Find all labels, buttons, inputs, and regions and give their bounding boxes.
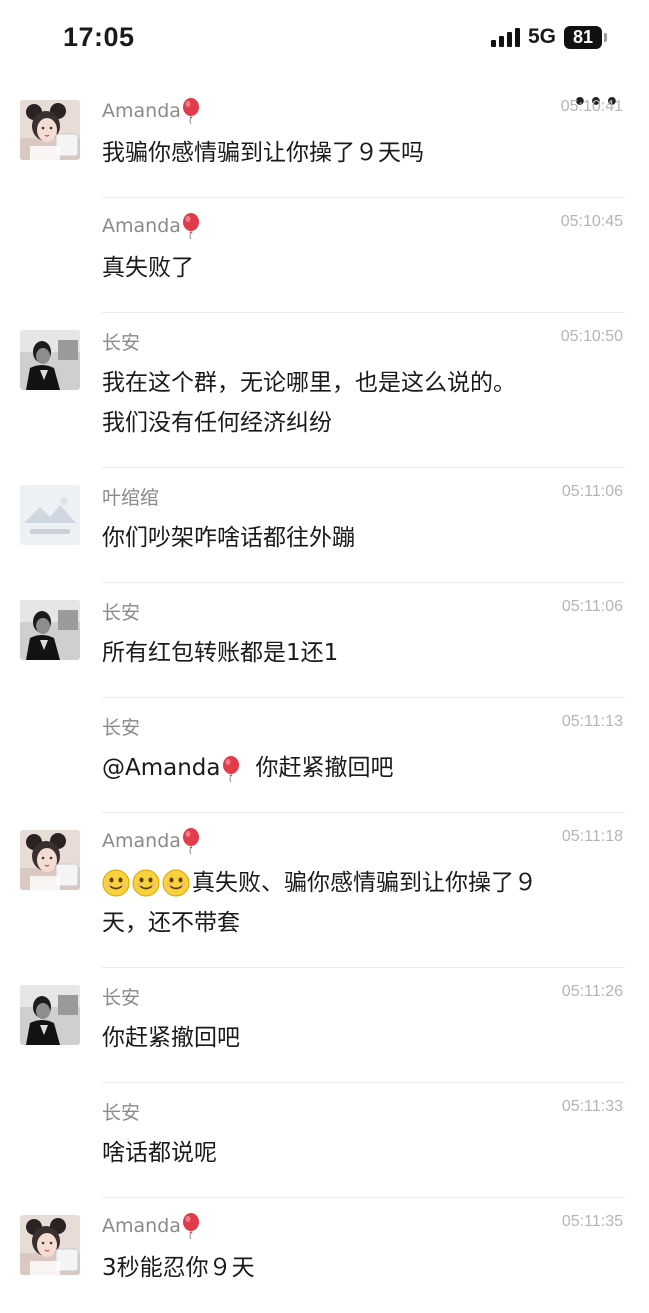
sender-name[interactable]: 长安 <box>102 598 140 625</box>
message-row[interactable]: 长安 05:11:33 啥话都说呢 <box>0 1083 649 1198</box>
message-text: 3秒能忍你９天 <box>102 1255 255 1281</box>
message-content[interactable]: 你们吵架咋啥话都往外蹦 <box>102 518 619 558</box>
sender-name-text: Amanda <box>102 1215 181 1237</box>
message-text: 你赶紧撤回吧 <box>102 1025 240 1051</box>
changan-avatar[interactable] <box>20 600 80 660</box>
sender-name-text: 长安 <box>102 1102 141 1124</box>
message-text: 你们吵架咋啥话都往外蹦 <box>102 525 355 551</box>
message-content[interactable]: 真失败、骗你感情骗到让你操了９ 天，还不带套 <box>102 863 619 943</box>
sender-name-text: 长安 <box>102 717 141 739</box>
message-timestamp: 05:11:33 <box>561 1098 623 1115</box>
message-timestamp: 05:11:13 <box>561 713 623 730</box>
balloon-icon <box>182 98 200 125</box>
message-line: 你们吵架咋啥话都往外蹦 <box>102 518 619 558</box>
balloon-icon <box>222 755 240 783</box>
status-bar: 17:05 5G 81 <box>0 0 649 70</box>
message-content[interactable]: 你赶紧撤回吧 <box>102 1018 619 1058</box>
sender-name[interactable]: Amanda <box>102 98 200 125</box>
message-text: 我们没有任何经济纠纷 <box>102 410 332 436</box>
smile-emoji-icon <box>102 869 130 897</box>
sender-name[interactable]: 长安 <box>102 1098 140 1125</box>
message-line: 所有红包转账都是1还1 <box>102 633 619 673</box>
amanda-avatar[interactable] <box>20 100 80 160</box>
battery-cap <box>604 32 607 42</box>
balloon-icon <box>182 213 200 240</box>
message-row[interactable]: 长安 05:11:06 所有红包转账都是1还1 <box>0 583 649 698</box>
message-text: 所有红包转账都是1还1 <box>102 640 339 666</box>
status-time: 17:05 <box>63 22 135 52</box>
message-line: @Amanda 你赶紧撤回吧 <box>102 748 619 788</box>
message-text: 真失败、骗你感情骗到让你操了９ <box>192 870 537 896</box>
message-content[interactable]: 我在这个群，无论哪里，也是这么说的。 我们没有任何经济纠纷 <box>102 363 619 443</box>
sender-name[interactable]: 长安 <box>102 328 140 355</box>
message-line: 3秒能忍你９天 <box>102 1248 619 1288</box>
yewanwan-avatar[interactable] <box>20 485 80 545</box>
sender-name[interactable]: 叶绾绾 <box>102 483 159 510</box>
sender-name[interactable]: 长安 <box>102 983 140 1010</box>
sender-name[interactable]: 长安 <box>102 713 140 740</box>
message-text: 天，还不带套 <box>102 910 240 936</box>
message-timestamp: 05:10:41 <box>560 98 623 115</box>
sender-name-text: 长安 <box>102 987 141 1009</box>
signal-icon <box>490 27 520 47</box>
sender-name-text: Amanda <box>102 100 181 122</box>
smile-emoji-icon <box>132 869 160 897</box>
sender-name-text: 长安 <box>102 602 141 624</box>
message-content[interactable]: 真失败了 <box>102 248 619 288</box>
message-text: 我在这个群，无论哪里，也是这么说的。 <box>102 370 516 396</box>
message-text: 我骗你感情骗到让你操了９天吗 <box>102 140 424 166</box>
changan-avatar[interactable] <box>20 985 80 1045</box>
message-content[interactable]: 3秒能忍你９天 <box>102 1248 619 1288</box>
message-line: 啥话都说呢 <box>102 1133 619 1173</box>
message-content[interactable]: @Amanda 你赶紧撤回吧 <box>102 748 619 788</box>
message-timestamp: 05:11:06 <box>561 483 623 500</box>
amanda-avatar[interactable] <box>20 830 80 890</box>
message-timestamp: 05:11:26 <box>561 983 623 1000</box>
message-timestamp: 05:11:18 <box>561 828 623 845</box>
message-content[interactable]: 啥话都说呢 <box>102 1133 619 1173</box>
smile-emoji-icon <box>162 869 190 897</box>
sender-name-text: 长安 <box>102 332 141 354</box>
sender-name-text: 叶绾绾 <box>102 487 160 509</box>
sender-name[interactable]: Amanda <box>102 828 200 855</box>
message-timestamp: 05:10:45 <box>560 213 623 230</box>
sender-name-text: Amanda <box>102 215 181 237</box>
amanda-avatar[interactable] <box>20 1215 80 1275</box>
message-line: 真失败、骗你感情骗到让你操了９ <box>102 863 619 903</box>
message-content[interactable]: 所有红包转账都是1还1 <box>102 633 619 673</box>
sender-name[interactable]: Amanda <box>102 213 200 240</box>
network-type: 5G <box>527 25 556 48</box>
message-line: 真失败了 <box>102 248 619 288</box>
message-row[interactable]: Amanda 05:10:45 真失败了 <box>0 198 649 313</box>
message-content[interactable]: 我骗你感情骗到让你操了９天吗 <box>102 133 619 173</box>
status-indicators: 5G 81 <box>490 25 607 49</box>
message-line: 你赶紧撤回吧 <box>102 1018 619 1058</box>
message-timestamp: 05:11:06 <box>561 598 623 615</box>
balloon-icon <box>182 1213 200 1240</box>
message-row[interactable]: Amanda 05:10:41 我骗你感情骗到让你操了９天吗 <box>0 83 649 198</box>
sender-name[interactable]: Amanda <box>102 1213 200 1240</box>
balloon-icon <box>182 828 200 855</box>
message-text: 啥话都说呢 <box>102 1140 217 1166</box>
battery-icon: 81 <box>564 25 602 49</box>
changan-avatar[interactable] <box>20 330 80 390</box>
message-line: 我骗你感情骗到让你操了９天吗 <box>102 133 619 173</box>
message-timestamp: 05:11:35 <box>561 1213 623 1230</box>
message-row[interactable]: Amanda 05:11:18 真失败、骗你感情骗到让你操了９ 天，还不带套 <box>0 813 649 968</box>
mention-text[interactable]: @Amanda <box>102 748 221 788</box>
message-line: 我在这个群，无论哪里，也是这么说的。 <box>102 363 619 403</box>
message-text: 真失败了 <box>102 255 194 281</box>
message-timestamp: 05:10:50 <box>560 328 623 345</box>
message-row[interactable]: 叶绾绾 05:11:06 你们吵架咋啥话都往外蹦 <box>0 468 649 583</box>
message-row[interactable]: Amanda 05:11:35 3秒能忍你９天 <box>0 1198 649 1313</box>
message-row[interactable]: 长安 05:11:13 @Amanda 你赶紧撤回吧 <box>0 698 649 813</box>
message-text: 你赶紧撤回吧 <box>255 755 394 781</box>
message-row[interactable]: 长安 05:10:50 我在这个群，无论哪里，也是这么说的。 我们没有任何经济纠纷 <box>0 313 649 468</box>
message-row[interactable]: 长安 05:11:26 你赶紧撤回吧 <box>0 968 649 1083</box>
sender-name-text: Amanda <box>102 830 181 852</box>
